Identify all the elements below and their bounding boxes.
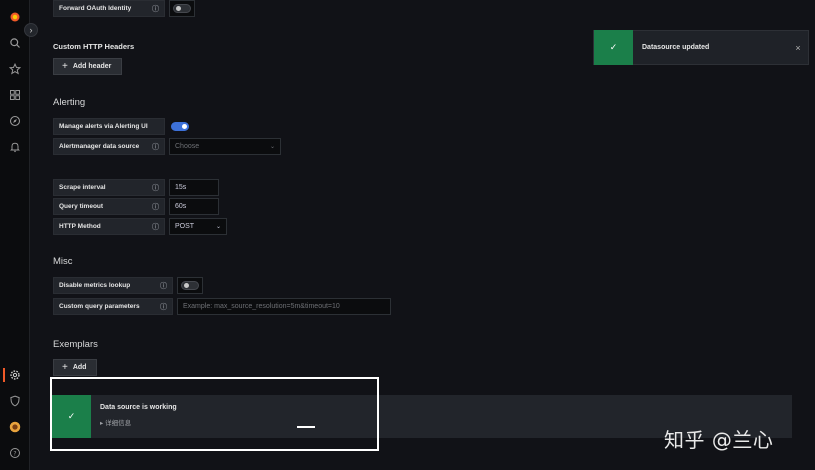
grafana-logo[interactable] bbox=[7, 9, 23, 25]
info-icon[interactable]: ⓘ bbox=[160, 302, 167, 312]
info-icon[interactable]: ⓘ bbox=[160, 281, 167, 291]
custom-query-row: Custom query parameters ⓘ Example: max_s… bbox=[53, 298, 391, 315]
disable-metrics-row: Disable metrics lookup ⓘ bbox=[53, 277, 203, 294]
gear-icon[interactable] bbox=[7, 367, 23, 383]
info-icon[interactable]: ⓘ bbox=[152, 142, 159, 152]
forward-oauth-toggle[interactable] bbox=[173, 4, 191, 13]
forward-oauth-label: Forward OAuth Identity bbox=[59, 5, 132, 12]
add-header-button[interactable]: + Add header bbox=[53, 58, 122, 75]
http-method-select[interactable]: POST ⌄ bbox=[169, 218, 227, 235]
annotation-dash bbox=[297, 426, 315, 428]
plus-icon: + bbox=[62, 361, 68, 373]
plus-icon: + bbox=[62, 60, 68, 72]
watermark: 知乎 @兰心 bbox=[664, 428, 774, 452]
disable-metrics-toggle-wrap bbox=[177, 277, 203, 294]
forward-oauth-row: Forward OAuth Identity ⓘ bbox=[53, 0, 195, 17]
info-icon[interactable]: ⓘ bbox=[152, 222, 159, 232]
scrape-interval-row: Scrape interval ⓘ 15s bbox=[53, 179, 219, 196]
alerting-title: Alerting bbox=[53, 97, 86, 108]
alertmanager-select-value: Choose bbox=[175, 143, 200, 150]
custom-query-label-box: Custom query parameters ⓘ bbox=[53, 298, 173, 315]
query-timeout-input[interactable]: 60s bbox=[169, 198, 219, 215]
explore-icon[interactable] bbox=[7, 113, 23, 129]
help-icon[interactable]: ? bbox=[7, 445, 23, 461]
info-icon[interactable]: ⓘ bbox=[152, 202, 159, 212]
scrape-interval-input[interactable]: 15s bbox=[169, 179, 219, 196]
custom-headers-title: Custom HTTP Headers bbox=[53, 42, 135, 51]
query-timeout-label-box: Query timeout ⓘ bbox=[53, 198, 165, 215]
query-timeout-label: Query timeout bbox=[59, 203, 104, 210]
manage-alerts-label-box: Manage alerts via Alerting UI bbox=[53, 118, 165, 135]
http-method-value: POST bbox=[175, 223, 195, 230]
disable-metrics-label-box: Disable metrics lookup ⓘ bbox=[53, 277, 173, 294]
disable-metrics-label: Disable metrics lookup bbox=[59, 282, 131, 289]
info-icon[interactable]: ⓘ bbox=[152, 183, 159, 193]
custom-query-label: Custom query parameters bbox=[59, 303, 140, 310]
add-exemplar-button[interactable]: + Add bbox=[53, 359, 97, 376]
alertmanager-label-box: Alertmanager data source ⓘ bbox=[53, 138, 165, 155]
disable-metrics-toggle[interactable] bbox=[181, 281, 199, 290]
http-method-label-box: HTTP Method ⓘ bbox=[53, 218, 165, 235]
dashboards-icon[interactable] bbox=[7, 87, 23, 103]
http-method-label: HTTP Method bbox=[59, 223, 101, 230]
manage-alerts-row: Manage alerts via Alerting UI bbox=[53, 118, 189, 135]
scrape-interval-label: Scrape interval bbox=[59, 184, 106, 191]
info-icon[interactable]: ⓘ bbox=[152, 4, 159, 14]
expand-sidebar-chevron-icon[interactable]: › bbox=[24, 23, 38, 37]
scrape-interval-label-box: Scrape interval ⓘ bbox=[53, 179, 165, 196]
alertmanager-select[interactable]: Choose ⌄ bbox=[169, 138, 281, 155]
manage-alerts-label: Manage alerts via Alerting UI bbox=[59, 123, 148, 130]
check-icon: ✓ bbox=[594, 30, 633, 65]
manage-alerts-toggle[interactable] bbox=[171, 122, 189, 131]
toast-message: Datasource updated bbox=[642, 44, 710, 51]
shield-icon[interactable] bbox=[7, 393, 23, 409]
alerting-bell-icon[interactable] bbox=[7, 139, 23, 155]
add-header-label: Add header bbox=[72, 63, 112, 70]
add-exemplar-label: Add bbox=[72, 364, 87, 371]
avatar[interactable] bbox=[7, 419, 23, 435]
alertmanager-label: Alertmanager data source bbox=[59, 143, 140, 150]
forward-oauth-label-box: Forward OAuth Identity ⓘ bbox=[53, 0, 165, 17]
search-icon[interactable] bbox=[7, 35, 23, 51]
misc-title: Misc bbox=[53, 256, 73, 267]
datasource-updated-toast: ✓ Datasource updated × bbox=[593, 30, 809, 65]
chevron-down-icon: ⌄ bbox=[215, 224, 221, 230]
query-timeout-row: Query timeout ⓘ 60s bbox=[53, 198, 219, 215]
http-method-row: HTTP Method ⓘ POST ⌄ bbox=[53, 218, 227, 235]
custom-query-input[interactable]: Example: max_source_resolution=5m&timeou… bbox=[177, 298, 391, 315]
svg-text:?: ? bbox=[13, 450, 16, 457]
chevron-down-icon: ⌄ bbox=[269, 144, 275, 150]
highlight-annotation-box bbox=[50, 377, 379, 451]
active-indicator bbox=[3, 368, 5, 382]
forward-oauth-toggle-wrap bbox=[169, 0, 195, 17]
exemplars-title: Exemplars bbox=[53, 339, 98, 350]
star-icon[interactable] bbox=[7, 61, 23, 77]
sidebar: › ? bbox=[0, 0, 38, 470]
alertmanager-row: Alertmanager data source ⓘ Choose ⌄ bbox=[53, 138, 281, 155]
close-icon[interactable]: × bbox=[788, 43, 808, 53]
